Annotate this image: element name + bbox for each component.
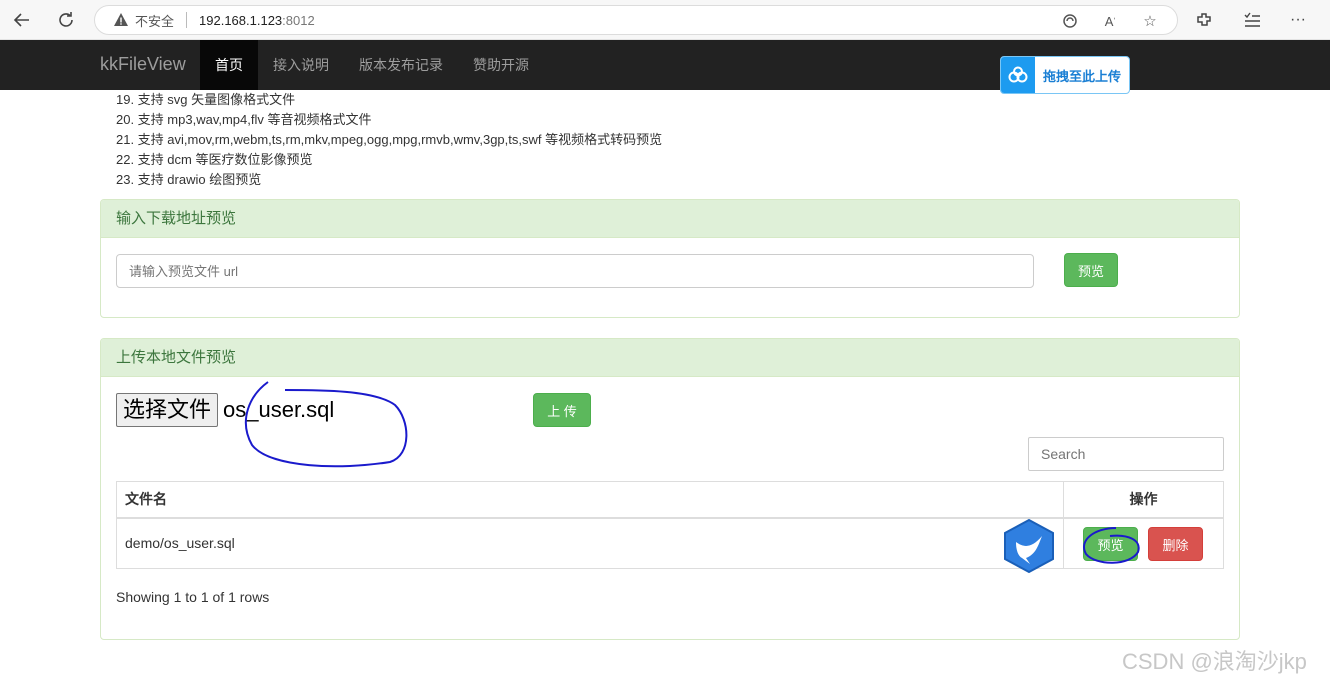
address-bar[interactable]: 不安全 192.168.1.123:8012 Aʼ ☆ bbox=[94, 5, 1178, 35]
row-filename: demo/os_user.sql bbox=[116, 517, 1064, 569]
chosen-file-name: os_user.sql bbox=[223, 397, 335, 422]
file-table: 文件名 操作 demo/os_user.sql bbox=[116, 481, 1224, 569]
insecure-label[interactable]: 不安全 bbox=[135, 11, 174, 30]
url-panel-title: 输入下载地址预览 bbox=[101, 200, 1239, 238]
search-input[interactable] bbox=[1028, 437, 1224, 471]
brand-logo-text[interactable]: kkFileView bbox=[100, 54, 186, 75]
choose-file-button[interactable]: 选择文件 bbox=[116, 393, 219, 427]
feature-item: 19. 支持 svg 矢量图像格式文件 bbox=[116, 92, 296, 107]
refresh-icon[interactable] bbox=[52, 7, 80, 33]
url-host: 192.168.1.123 bbox=[199, 12, 283, 28]
table-row: demo/os_user.sql bbox=[116, 517, 1224, 569]
extensions-icon[interactable] bbox=[1194, 10, 1214, 30]
favorites-list-icon[interactable] bbox=[1242, 10, 1262, 30]
column-filename[interactable]: 文件名 bbox=[116, 481, 1064, 519]
bird-app-icon[interactable] bbox=[1002, 518, 1056, 574]
nav-sponsor[interactable]: 赞助开源 bbox=[458, 40, 544, 90]
top-navbar: kkFileView 首页 接入说明 版本发布记录 赞助开源 bbox=[0, 40, 1330, 90]
feature-item: 20. 支持 mp3,wav,mp4,flv 等音视频格式文件 bbox=[116, 112, 372, 127]
upload-preview-panel: 上传本地文件预览 选择文件 os_user.sql 上 传 文件名 操作 dem… bbox=[100, 338, 1240, 640]
url-input[interactable] bbox=[116, 254, 1034, 288]
favorite-star-icon[interactable]: ☆ bbox=[1141, 12, 1159, 30]
feature-item: 22. 支持 dcm 等医疗数位影像预览 bbox=[116, 152, 313, 167]
more-menu-icon[interactable]: ··· bbox=[1288, 10, 1308, 30]
nav-home[interactable]: 首页 bbox=[200, 40, 258, 90]
feature-item: 21. 支持 avi,mov,rm,webm,ts,rm,mkv,mpeg,og… bbox=[116, 132, 663, 147]
upload-button[interactable]: 上 传 bbox=[533, 393, 591, 427]
url-preview-button[interactable]: 预览 bbox=[1064, 253, 1118, 287]
drag-upload-label: 拖拽至此上传 bbox=[1043, 68, 1122, 84]
url-preview-panel: 输入下载地址预览 预览 bbox=[100, 199, 1240, 318]
address-divider bbox=[186, 12, 188, 28]
read-aloud-icon[interactable]: Aʼ bbox=[1101, 12, 1119, 30]
column-actions[interactable]: 操作 bbox=[1063, 481, 1224, 519]
browser-toolbar: 不安全 192.168.1.123:8012 Aʼ ☆ ··· bbox=[0, 0, 1330, 40]
cloud-upload-icon bbox=[1001, 57, 1035, 93]
nav-integration-guide[interactable]: 接入说明 bbox=[258, 40, 344, 90]
table-header-row: 文件名 操作 bbox=[116, 481, 1224, 519]
translate-icon[interactable] bbox=[1061, 12, 1079, 30]
url-port: :8012 bbox=[282, 12, 315, 28]
back-icon[interactable] bbox=[8, 7, 36, 33]
nav-release-history[interactable]: 版本发布记录 bbox=[344, 40, 458, 90]
watermark-text: CSDN @浪淘沙jkp bbox=[1122, 649, 1307, 674]
row-preview-button[interactable]: 预览 bbox=[1083, 527, 1138, 561]
feature-list: 19. 支持 svg 矢量图像格式文件 20. 支持 mp3,wav,mp4,f… bbox=[116, 90, 662, 190]
row-delete-button[interactable]: 删除 bbox=[1148, 527, 1203, 561]
drag-upload-widget[interactable]: 拖拽至此上传 bbox=[1000, 56, 1130, 94]
pagination-info: Showing 1 to 1 of 1 rows bbox=[116, 589, 270, 605]
warning-icon bbox=[113, 12, 129, 28]
url-text[interactable]: 192.168.1.123:8012 bbox=[199, 13, 315, 28]
feature-item: 23. 支持 drawio 绘图预览 bbox=[116, 172, 262, 187]
upload-panel-title: 上传本地文件预览 bbox=[101, 339, 1239, 377]
